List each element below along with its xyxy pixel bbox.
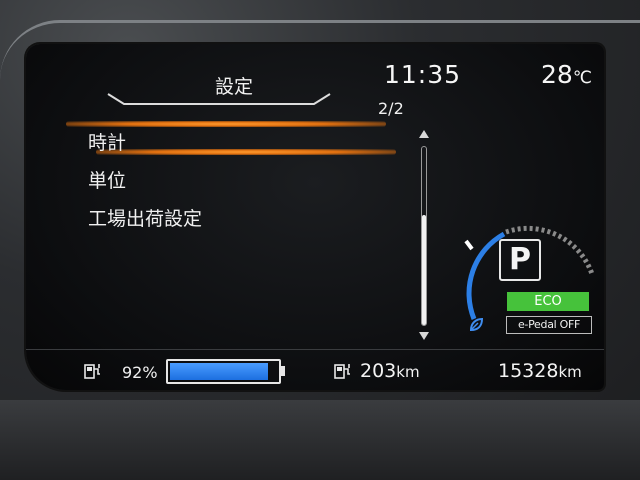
outside-temperature: 28℃ <box>541 60 592 89</box>
battery-percent: 92% <box>122 363 158 382</box>
eco-leaf-icon <box>469 317 484 332</box>
selection-highlight-bottom <box>96 149 396 155</box>
range-unit: km <box>396 363 420 381</box>
range-number: 203 <box>360 360 397 382</box>
gear-indicator: P <box>499 239 541 281</box>
menu-item-clock[interactable]: 時計 <box>88 128 126 155</box>
scrollbar-thumb[interactable] <box>422 214 426 325</box>
scrollbar[interactable] <box>421 146 427 326</box>
odometer-unit: km <box>558 363 582 381</box>
title-underline <box>107 93 331 105</box>
charge-plug-icon <box>84 364 100 379</box>
selection-highlight-top <box>66 121 386 127</box>
range-charge-icon <box>334 364 350 379</box>
eco-mode-badge: ECO <box>507 292 589 311</box>
driving-range: 203km <box>360 360 420 382</box>
battery-terminal <box>281 366 285 376</box>
gauge-needle <box>464 239 474 251</box>
instrument-display: 設定 11:35 28℃ 2/2 時計 単位 工場出荷設定 P ECO e-Pe… <box>26 44 604 390</box>
menu-item-factory-reset[interactable]: 工場出荷設定 <box>88 204 202 231</box>
epedal-status-badge: e-Pedal OFF <box>506 316 592 334</box>
clock: 11:35 <box>384 60 462 89</box>
dashboard-lower-panel <box>0 400 640 480</box>
odometer: 15328km <box>498 360 582 382</box>
status-bar: 92% 203km 15328km <box>26 349 604 390</box>
temperature-value: 28 <box>541 60 573 89</box>
scroll-up-arrow[interactable] <box>419 130 429 138</box>
menu-item-units[interactable]: 単位 <box>88 166 126 193</box>
battery-gauge <box>166 359 281 384</box>
odometer-number: 15328 <box>498 360 559 382</box>
battery-fill <box>170 363 269 380</box>
page-indicator: 2/2 <box>378 99 404 118</box>
temperature-unit: ℃ <box>572 68 592 88</box>
scroll-down-arrow[interactable] <box>419 332 429 340</box>
